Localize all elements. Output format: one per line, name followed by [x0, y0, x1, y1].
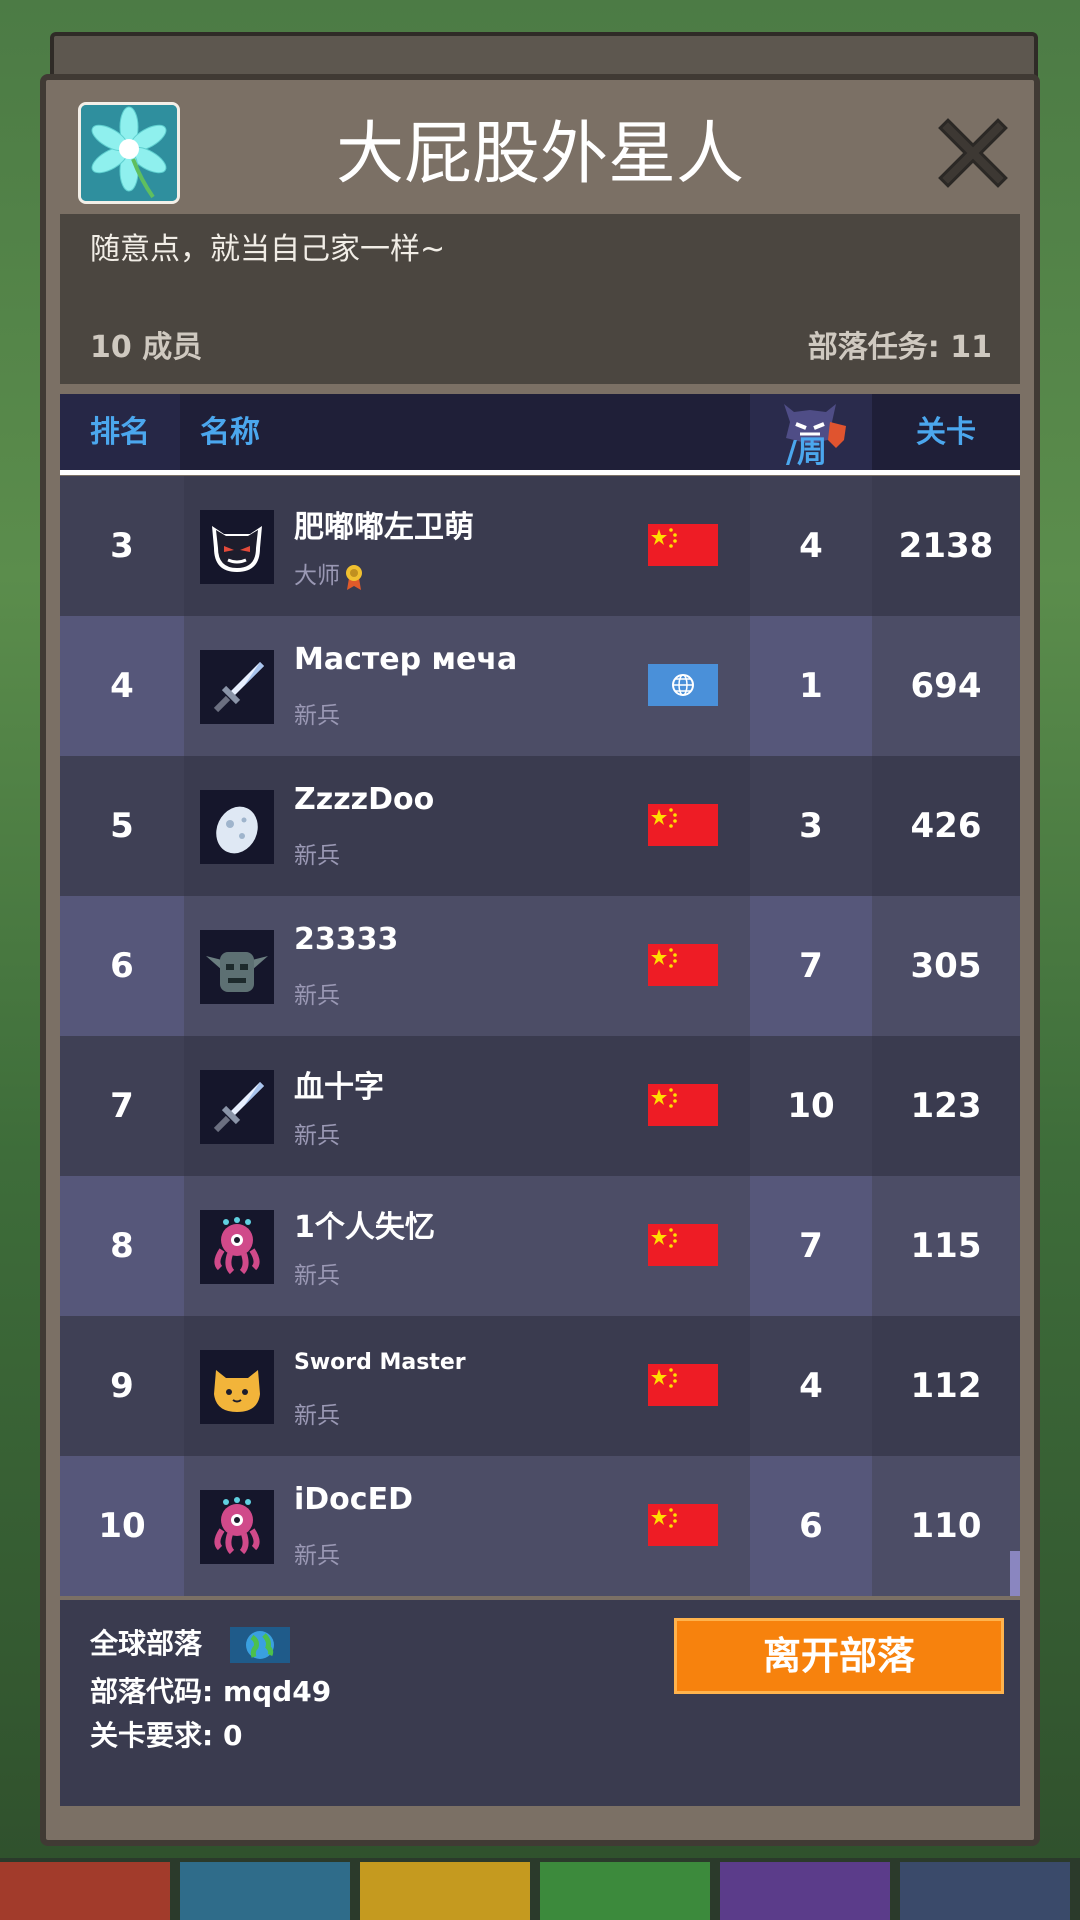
nav-tab-skill[interactable] — [720, 1862, 890, 1920]
sword-icon — [200, 1070, 274, 1144]
member-level: 305 — [910, 946, 982, 986]
header-level[interactable]: 关卡 — [872, 394, 1020, 472]
nav-tab-companion[interactable] — [540, 1862, 710, 1920]
member-level: 694 — [910, 666, 982, 706]
member-level: 123 — [910, 1086, 982, 1126]
member-count: 10 成员 — [90, 330, 203, 365]
member-weekly: 6 — [750, 1456, 872, 1596]
member-name: 肥嘟嘟左卫萌 — [294, 510, 474, 545]
member-row[interactable]: 5 ZzzzDoo 新兵 3 426 — [60, 756, 1020, 896]
member-row[interactable]: 6 23333 新兵 7 305 — [60, 896, 1020, 1036]
clan-dialog: 大屁股外星人 随意点，就当自己家一样~ 10 成员 部落任务: 11 排名 名称… — [40, 74, 1040, 1846]
member-row[interactable]: 9 Sword Master 新兵 4 112 — [60, 1316, 1020, 1456]
china-flag-icon — [648, 1224, 718, 1266]
member-weekly: 10 — [750, 1036, 872, 1176]
level-requirement: 关卡要求: 0 — [90, 1719, 243, 1752]
header-name[interactable]: 名称 — [200, 394, 260, 472]
member-rank: 3 — [60, 476, 184, 616]
member-weekly: 1 — [750, 616, 872, 756]
china-flag-icon — [648, 1364, 718, 1406]
medal-icon — [340, 563, 364, 590]
member-rank: 7 — [60, 1036, 184, 1176]
member-weekly: 4 — [750, 476, 872, 616]
member-name: 23333 — [294, 922, 399, 957]
member-name: 血十字 — [294, 1070, 384, 1105]
clan-code: 部落代码: mqd49 — [90, 1675, 332, 1708]
cat-icon — [200, 1350, 274, 1424]
member-row[interactable]: 10 iDocED 新兵 6 110 — [60, 1456, 1020, 1596]
member-level: 112 — [910, 1366, 982, 1406]
china-flag-icon — [648, 804, 718, 846]
header-rank[interactable]: 排名 — [60, 394, 180, 472]
table-header: 排名 名称 /周 关卡 — [60, 394, 1020, 472]
goblin-icon — [200, 930, 274, 1004]
egg-icon — [200, 790, 274, 864]
global-clan-label: 全球部落 — [90, 1627, 203, 1660]
clan-description-box: 随意点，就当自己家一样~ 10 成员 部落任务: 11 — [60, 214, 1020, 384]
clan-quests: 部落任务: 11 — [807, 330, 992, 365]
member-rank: 5 — [60, 756, 184, 896]
member-rank: 4 — [60, 616, 184, 756]
member-weekly: 7 — [750, 896, 872, 1036]
member-list[interactable]: 3 肥嘟嘟左卫萌 大师 4 2138 4 Мастер меча 新兵 1 694 5 ZzzzDoo… — [60, 476, 1020, 1596]
member-rank: 10 — [60, 1456, 184, 1596]
clan-flower-icon — [78, 102, 180, 204]
member-title: 新兵 — [294, 843, 340, 869]
member-level: 110 — [910, 1506, 982, 1546]
member-name: ZzzzDoo — [294, 782, 435, 817]
china-flag-icon — [648, 944, 718, 986]
member-level: 115 — [910, 1226, 982, 1266]
member-row[interactable]: 3 肥嘟嘟左卫萌 大师 4 2138 — [60, 476, 1020, 616]
octopus-icon — [200, 1490, 274, 1564]
header-divider — [60, 470, 1020, 475]
bottom-nav-bar — [0, 1858, 1080, 1920]
clan-description: 随意点，就当自己家一样~ — [90, 232, 446, 267]
clan-title: 大屁股外星人 — [335, 115, 744, 194]
member-row[interactable]: 4 Мастер меча 新兵 1 694 — [60, 616, 1020, 756]
nav-tab-weapon[interactable] — [0, 1862, 170, 1920]
member-title: 新兵 — [294, 1403, 340, 1429]
clan-footer: 全球部落 部落代码: mqd49 关卡要求: 0 离开部落 — [60, 1600, 1020, 1806]
nav-tab-ranking[interactable] — [900, 1862, 1070, 1920]
member-weekly: 4 — [750, 1316, 872, 1456]
globe-flag-icon — [648, 664, 718, 706]
member-name: 1个人失忆 — [294, 1210, 435, 1245]
member-name: Sword Master — [294, 1350, 466, 1375]
global-clan-row: 全球部落 — [90, 1622, 290, 1663]
member-rank: 9 — [60, 1316, 184, 1456]
member-name: iDocED — [294, 1482, 413, 1517]
china-flag-icon — [648, 1084, 718, 1126]
header-week[interactable]: /周 — [750, 394, 872, 472]
member-title: 新兵 — [294, 703, 340, 729]
member-rank: 6 — [60, 896, 184, 1036]
close-icon — [938, 118, 1008, 188]
sword-icon — [200, 650, 274, 724]
china-flag-icon — [648, 1504, 718, 1546]
globe-icon — [229, 1627, 290, 1663]
china-flag-icon — [648, 524, 718, 566]
leave-clan-button[interactable]: 离开部落 — [674, 1618, 1004, 1694]
nav-tab-armor[interactable] — [360, 1862, 530, 1920]
member-name: Мастер меча — [294, 642, 518, 677]
member-row[interactable]: 8 1个人失忆新兵 7 115 — [60, 1176, 1020, 1316]
member-rank: 8 — [60, 1176, 184, 1316]
member-row[interactable]: 7 血十字新兵 10 123 — [60, 1036, 1020, 1176]
close-button[interactable] — [938, 118, 1008, 188]
devil-icon — [200, 510, 274, 584]
member-title: 大师 — [294, 556, 364, 590]
list-scrollbar[interactable] — [1010, 1551, 1020, 1596]
member-title: 新兵 — [294, 1263, 340, 1289]
member-weekly: 3 — [750, 756, 872, 896]
member-weekly: 7 — [750, 1176, 872, 1316]
octopus-icon — [200, 1210, 274, 1284]
member-level: 426 — [910, 806, 982, 846]
nav-tab-pet[interactable] — [180, 1862, 350, 1920]
member-title: 新兵 — [294, 1123, 340, 1149]
member-level: 2138 — [898, 526, 994, 566]
member-title: 新兵 — [294, 1543, 340, 1569]
member-title: 新兵 — [294, 983, 340, 1009]
